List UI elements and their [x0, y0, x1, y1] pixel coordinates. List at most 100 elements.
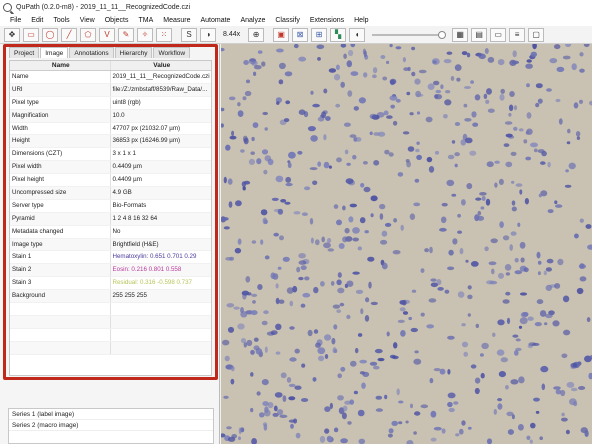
table-row[interactable]: Stain 3 Residual: 0.316 -0.598 0.737	[10, 277, 211, 291]
show-detections-button[interactable]: ▚	[330, 27, 347, 42]
nucleus	[389, 95, 398, 101]
menu-objects[interactable]: Objects	[105, 17, 129, 24]
tab-hierarchy[interactable]: Hierarchy	[114, 47, 153, 58]
menu-tma[interactable]: TMA	[138, 17, 153, 24]
empty-cell	[10, 328, 111, 341]
opacity-slider[interactable]	[372, 30, 447, 39]
table-row[interactable]: Name 2019_11_11__RecognizedCode.czi	[10, 71, 211, 84]
selection-mode-button[interactable]: S	[181, 27, 197, 42]
nucleus	[561, 412, 565, 417]
list-item[interactable]: Series 2 (macro image)	[9, 420, 213, 431]
rectangle-tool-button[interactable]: ▭	[23, 27, 39, 42]
nucleus	[231, 130, 235, 136]
nucleus	[227, 326, 235, 333]
table-row[interactable]: Uncompressed size 4.9 GB	[10, 187, 211, 200]
table-row[interactable]: Dimensions (CZT) 3 x 1 x 1	[10, 148, 211, 162]
opacity-button[interactable]: ◖	[349, 27, 366, 42]
list-item[interactable]: Series 1 (label image)	[9, 409, 213, 420]
nucleus	[379, 203, 386, 210]
nucleus	[223, 226, 230, 230]
show-tma-button[interactable]: ⊞	[311, 27, 328, 42]
table-row[interactable]: Pyramid 1 2 4 8 16 32 64	[10, 212, 211, 226]
table-row[interactable]: Pixel height 0.4409 µm	[10, 174, 211, 188]
menu-help[interactable]: Help	[354, 17, 368, 24]
show-overview-button[interactable]: ▭	[490, 27, 507, 42]
menu-measure[interactable]: Measure	[163, 17, 190, 24]
nucleus	[525, 63, 533, 69]
nucleus	[553, 386, 561, 390]
polygon-tool-button[interactable]: ⬠	[80, 27, 96, 42]
table-row[interactable]: Width 47707 px (21032.07 µm)	[10, 122, 211, 136]
menu-analyze[interactable]: Analyze	[240, 17, 265, 24]
table-row[interactable]: Pixel type uint8 (rgb)	[10, 96, 211, 110]
wand-tool-button[interactable]: ✧	[137, 27, 153, 42]
nucleus	[479, 192, 487, 196]
polyline-tool-button[interactable]: V	[99, 27, 115, 42]
nucleus	[321, 236, 325, 243]
column-header-value[interactable]: Value	[111, 61, 212, 70]
brightness-contrast-button[interactable]: ◑	[200, 27, 216, 42]
table-row[interactable]: Magnification 10.0	[10, 109, 211, 123]
line-tool-button[interactable]: ╱	[61, 27, 77, 42]
nucleus	[485, 99, 490, 104]
tab-project[interactable]: Project	[9, 47, 40, 58]
nucleus	[519, 189, 523, 195]
nucleus	[483, 93, 488, 99]
menu-edit[interactable]: Edit	[31, 17, 43, 24]
points-tool-button[interactable]: ⁙	[156, 27, 172, 42]
nucleus	[414, 411, 421, 416]
nucleus	[407, 146, 415, 152]
image-viewer[interactable]	[221, 44, 592, 444]
nucleus	[530, 142, 538, 148]
tab-image[interactable]: Image	[40, 47, 69, 58]
nucleus	[399, 307, 406, 312]
slider-knob[interactable]	[438, 30, 447, 39]
nucleus	[469, 150, 477, 156]
nucleus	[536, 299, 544, 305]
tab-annotations[interactable]: Annotations	[69, 47, 114, 58]
show-annotations-button[interactable]: ▣	[273, 27, 290, 42]
nucleus	[363, 50, 367, 58]
nucleus	[389, 78, 397, 85]
table-row[interactable]: Stain 2 Eosin: 0.216 0.801 0.558	[10, 264, 211, 278]
nucleus	[277, 208, 284, 215]
menu-automate[interactable]: Automate	[200, 17, 230, 24]
show-grid-button[interactable]: ▦	[452, 27, 469, 42]
menu-extensions[interactable]: Extensions	[310, 17, 344, 24]
brush-tool-button[interactable]: ✎	[118, 27, 134, 42]
nucleus	[579, 99, 583, 104]
table-row[interactable]: Stain 1 Hematoxylin: 0.651 0.701 0.29	[10, 251, 211, 265]
menu-classify[interactable]: Classify	[275, 17, 300, 24]
menu-view[interactable]: View	[80, 17, 95, 24]
fill-annotations-button[interactable]: ⊠	[292, 27, 309, 42]
show-log-button[interactable]: ≡	[509, 27, 526, 42]
show-pixel-classification-button[interactable]: ▢	[528, 27, 545, 42]
ellipse-tool-button[interactable]: ◯	[42, 27, 58, 42]
tissue-image[interactable]	[221, 44, 592, 444]
table-row[interactable]: URI file:/Z:/zmbstaff/8539/Raw_Data/...	[10, 83, 211, 97]
measurement-table-button[interactable]: ▤	[471, 27, 488, 42]
move-tool-button[interactable]: ✥	[4, 27, 20, 42]
table-row[interactable]: Background 255 255 255	[10, 290, 211, 304]
column-header-name[interactable]: Name	[10, 61, 111, 70]
nucleus	[357, 246, 362, 251]
tab-workflow[interactable]: Workflow	[153, 47, 191, 58]
nucleus	[280, 372, 287, 379]
nucleus	[286, 377, 292, 383]
nucleus	[400, 330, 406, 337]
nucleus	[576, 136, 581, 140]
nucleus	[397, 319, 405, 323]
table-row[interactable]: Metadata changed No	[10, 225, 211, 239]
table-row[interactable]: Height 36853 px (16246.99 µm)	[10, 135, 211, 149]
nucleus	[444, 99, 452, 106]
menu-tools[interactable]: Tools	[53, 17, 69, 24]
table-row[interactable]: Image type Brightfield (H&E)	[10, 238, 211, 252]
menu-file[interactable]: File	[10, 17, 21, 24]
table-row[interactable]: Server type Bio-Formats	[10, 199, 211, 213]
nucleus	[277, 266, 282, 270]
nucleus	[575, 131, 581, 137]
nucleus	[286, 287, 294, 294]
nucleus	[451, 193, 457, 197]
table-row[interactable]: Pixel width 0.4409 µm	[10, 161, 211, 175]
zoom-to-fit-button[interactable]: ⊕	[248, 27, 265, 42]
